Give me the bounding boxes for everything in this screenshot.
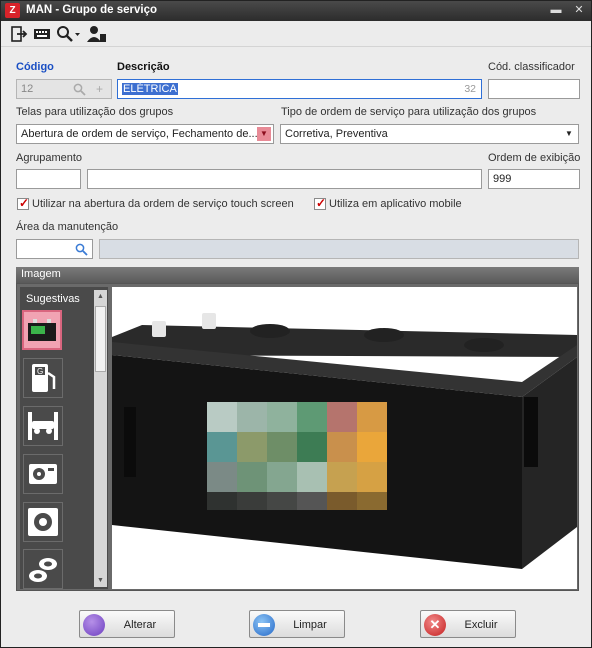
agrupamento-description-field[interactable] xyxy=(87,169,482,189)
vehicle-lift-icon xyxy=(28,412,58,440)
radiator-fan-icon xyxy=(28,508,58,536)
sugestiva-fuel-pump[interactable]: G xyxy=(23,358,63,398)
scrollbar-thumb[interactable] xyxy=(95,306,106,372)
codigo-field[interactable]: 12 + xyxy=(16,79,112,99)
cod-classificador-label: Cód. classificador xyxy=(488,61,575,73)
title-bar: Z MAN - Grupo de serviço ▬ ✕ xyxy=(1,1,591,21)
alterar-button[interactable]: Alterar xyxy=(79,610,175,638)
telas-value: Abertura de ordem de serviço, Fechamento… xyxy=(21,128,258,140)
close-button[interactable]: ✕ xyxy=(572,3,586,17)
battery-icon xyxy=(28,319,56,341)
image-preview xyxy=(112,287,577,589)
sugestiva-tires[interactable] xyxy=(23,549,63,589)
sugestiva-battery[interactable] xyxy=(22,310,62,350)
ac-unit-icon xyxy=(29,464,57,484)
telas-label: Telas para utilização dos grupos xyxy=(16,106,174,118)
imagem-section-header: Imagem xyxy=(16,267,579,283)
tires-icon xyxy=(29,558,57,582)
ordem-exibicao-field[interactable]: 999 xyxy=(488,169,580,189)
sugestiva-ac-unit[interactable] xyxy=(23,454,63,494)
scroll-up-icon[interactable]: ▲ xyxy=(94,290,107,303)
limpar-label: Limpar xyxy=(293,619,327,631)
telas-select[interactable]: Abertura de ordem de serviço, Fechamento… xyxy=(16,124,274,144)
search-icon[interactable] xyxy=(56,25,82,43)
touch-screen-checkbox[interactable] xyxy=(17,196,29,210)
close-icon: ✕ xyxy=(424,614,446,636)
add-icon[interactable]: + xyxy=(96,82,103,96)
minus-icon xyxy=(253,614,275,636)
sugestivas-panel: Sugestivas G ▲ ▼ xyxy=(20,287,108,589)
agrupamento-label: Agrupamento xyxy=(16,152,83,164)
excluir-label: Excluir xyxy=(464,619,498,631)
search-icon[interactable] xyxy=(73,83,86,96)
exit-icon[interactable] xyxy=(10,25,28,43)
imagem-panel: Sugestivas G ▲ ▼ xyxy=(16,283,579,591)
brush-icon xyxy=(83,614,105,636)
descricao-value: ELÉTRICA xyxy=(122,83,178,95)
minimize-button[interactable]: ▬ xyxy=(549,3,563,17)
codigo-label: Código xyxy=(16,61,54,73)
area-manutencao-description xyxy=(99,239,579,259)
agrupamento-code-field[interactable] xyxy=(16,169,81,189)
tipo-os-label: Tipo de ordem de serviço para utilização… xyxy=(281,106,537,118)
battery-image xyxy=(112,313,577,569)
fuel-pump-icon: G xyxy=(32,364,56,392)
user-icon[interactable] xyxy=(87,25,107,43)
svg-text:G: G xyxy=(37,367,43,376)
codigo-value: 12 xyxy=(21,83,34,95)
area-manutencao-label: Área da manutenção xyxy=(16,221,119,233)
chevron-down-icon[interactable]: ▼ xyxy=(562,127,576,141)
excluir-button[interactable]: ✕ Excluir xyxy=(420,610,516,638)
window-title: MAN - Grupo de serviço xyxy=(26,4,157,16)
sugestivas-title: Sugestivas xyxy=(26,293,80,305)
tipo-os-value: Corretiva, Preventiva xyxy=(285,128,388,140)
sugestiva-vehicle-lift[interactable] xyxy=(23,406,63,446)
keyboard-icon[interactable] xyxy=(33,25,51,43)
descricao-label: Descrição xyxy=(117,61,170,73)
main-window: Z MAN - Grupo de serviço ▬ ✕ Código Desc… xyxy=(0,0,592,648)
app-logo-icon: Z xyxy=(5,3,20,18)
sugestiva-radiator-fan[interactable] xyxy=(23,502,63,542)
descricao-field[interactable]: ELÉTRICA 32 xyxy=(117,79,482,99)
touch-screen-label: Utilizar na abertura da ordem de serviço… xyxy=(32,198,294,210)
battery-label xyxy=(207,402,387,510)
tipo-os-select[interactable]: Corretiva, Preventiva ▼ xyxy=(280,124,579,144)
alterar-label: Alterar xyxy=(123,619,157,631)
toolbar xyxy=(1,21,591,47)
cod-classificador-field[interactable] xyxy=(488,79,580,99)
sugestivas-scrollbar[interactable]: ▲ ▼ xyxy=(94,290,107,587)
mobile-label: Utiliza em aplicativo mobile xyxy=(329,198,462,210)
search-icon[interactable] xyxy=(75,243,88,256)
ordem-exibicao-label: Ordem de exibição xyxy=(488,152,581,164)
chevron-down-icon[interactable]: ▼ xyxy=(257,127,271,141)
area-manutencao-field[interactable] xyxy=(16,239,93,259)
descricao-char-counter: 32 xyxy=(464,83,476,95)
scroll-down-icon[interactable]: ▼ xyxy=(94,574,107,587)
limpar-button[interactable]: Limpar xyxy=(249,610,345,638)
mobile-checkbox[interactable] xyxy=(314,196,326,210)
